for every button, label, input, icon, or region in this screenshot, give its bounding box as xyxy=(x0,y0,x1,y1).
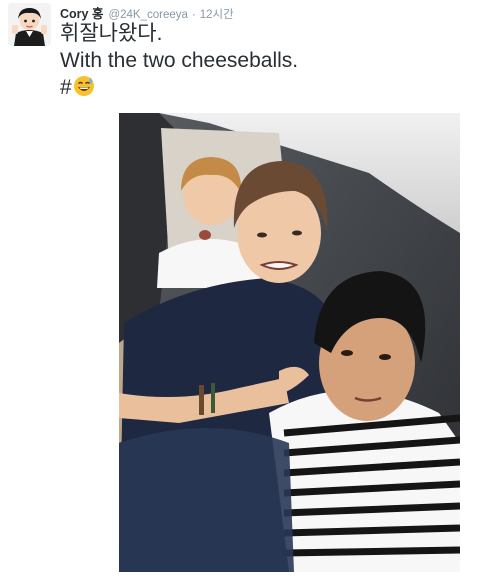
tweet-text-line1: 휘잘나왔다. xyxy=(60,22,163,45)
hashtag-link[interactable]: # xyxy=(60,76,72,99)
avatar[interactable] xyxy=(8,3,51,46)
avatar-image xyxy=(8,3,51,46)
tweet-text: 휘잘나왔다. With the two cheeseballs. # xyxy=(60,20,298,104)
tweet-header: Cory 홍 @24K_coreeya · 12시간 xyxy=(60,3,234,21)
tweet-text-line2: With the two cheeseballs. xyxy=(60,49,299,72)
tweet-photo[interactable] xyxy=(119,113,460,572)
selfie-photo-image xyxy=(119,113,460,572)
sweat-smile-emoji-icon xyxy=(73,75,95,104)
tweet-text-line3: # xyxy=(60,74,298,104)
tweet: Cory 홍 @24K_coreeya · 12시간 휘잘나왔다. With t… xyxy=(0,0,480,579)
